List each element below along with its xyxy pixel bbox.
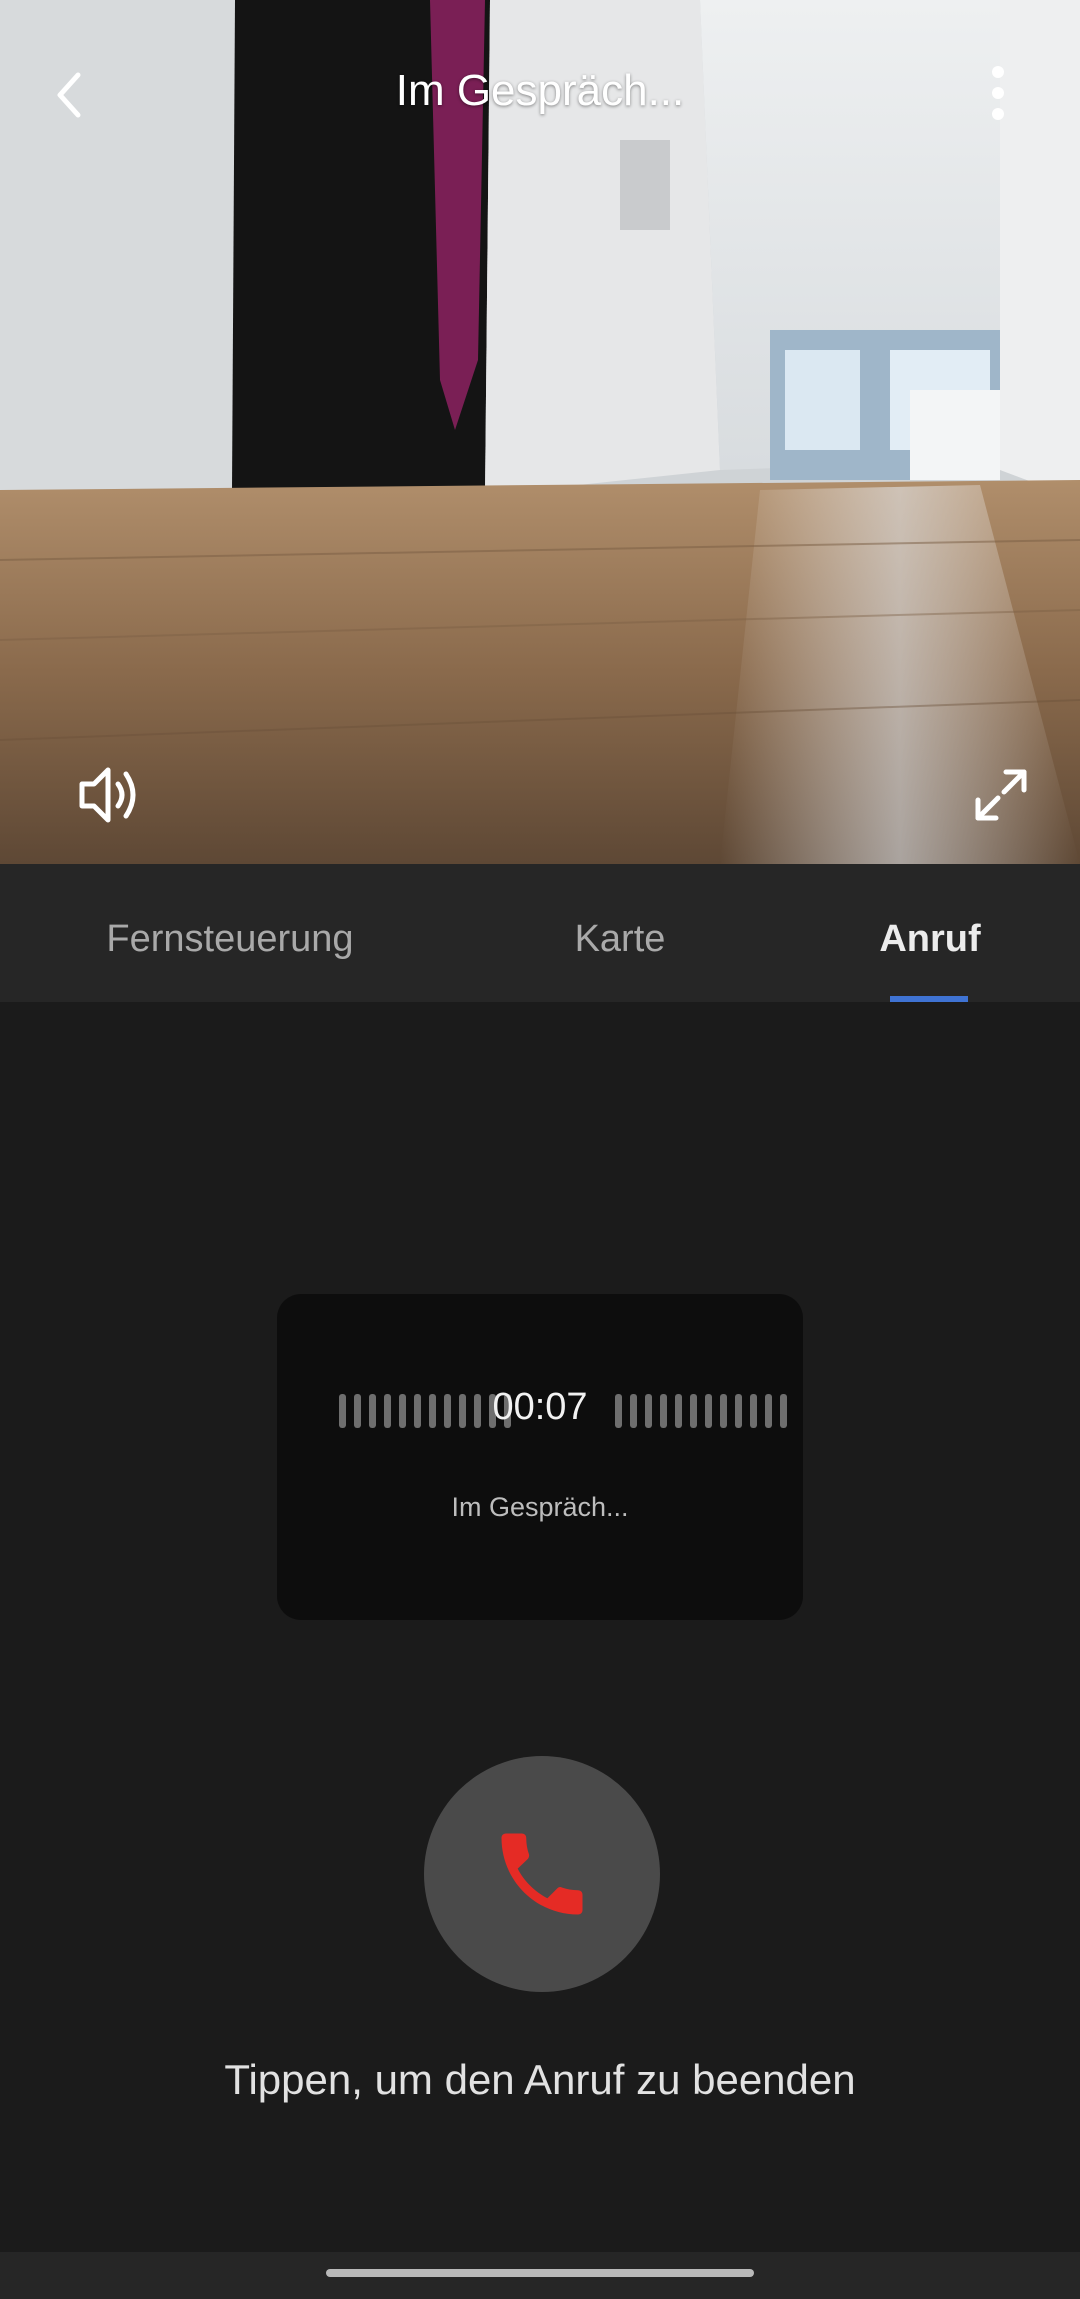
fullscreen-button[interactable]	[970, 764, 1032, 826]
active-tab-indicator	[890, 996, 968, 1002]
tab-anruf[interactable]: Anruf	[840, 864, 1020, 1002]
page-title: Im Gespräch...	[395, 66, 685, 115]
phone-hangup-icon	[501, 1833, 583, 1915]
tab-karte[interactable]: Karte	[520, 864, 720, 1002]
speaker-volume-icon	[79, 767, 136, 823]
hangup-hint: Tippen, um den Anruf zu beenden	[224, 2056, 856, 2103]
expand-icon	[975, 769, 1027, 821]
tab-bar: Fernsteuerung Karte Anruf	[0, 864, 1080, 1002]
call-status-text: Im Gespräch...	[451, 1492, 629, 1522]
video-top-bar: Im Gespräch...	[0, 0, 1080, 190]
hangup-button[interactable]	[424, 1756, 660, 1992]
back-button[interactable]	[40, 55, 100, 135]
audio-wave-right	[615, 1394, 795, 1428]
tab-fernsteuerung[interactable]: Fernsteuerung	[60, 864, 400, 1002]
call-status-card: 00:07 Im Gespräch...	[277, 1294, 803, 1620]
volume-button[interactable]	[76, 760, 146, 830]
chevron-left-icon	[57, 72, 81, 118]
camera-feed: Im Gespräch...	[0, 0, 1080, 864]
more-options-button[interactable]	[976, 62, 1020, 124]
more-vertical-icon	[992, 66, 1004, 120]
home-indicator[interactable]	[326, 2269, 754, 2277]
